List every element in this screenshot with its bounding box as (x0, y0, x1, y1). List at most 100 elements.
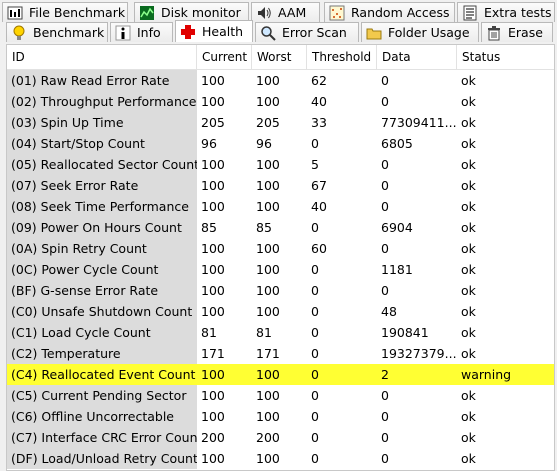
cell-status: ok (461, 409, 476, 424)
cell-threshold: 0 (311, 304, 319, 319)
table-header: ID Current Worst Threshold Data Status (7, 45, 554, 70)
cell-worst: 100 (256, 283, 280, 298)
cell-id: (05) Reallocated Sector Count (7, 154, 197, 175)
cell-id: (C2) Temperature (7, 343, 197, 364)
tab-folder-usage[interactable]: Folder Usage (361, 22, 479, 42)
col-header-current[interactable]: Current (197, 45, 252, 69)
cell-current: 205 (201, 115, 225, 130)
cell-current: 100 (201, 388, 225, 403)
cell-threshold: 40 (311, 199, 327, 214)
cell-data: 190841 (381, 325, 429, 340)
tab-disk-monitor[interactable]: Disk monitor (134, 2, 249, 22)
cell-worst: 85 (256, 220, 272, 235)
tab-random-access[interactable]: Random Access (324, 2, 455, 22)
cell-status: ok (461, 430, 476, 445)
tab-error-scan[interactable]: Error Scan (255, 22, 359, 42)
tab-label: Disk monitor (161, 5, 241, 20)
cell-worst: 100 (256, 451, 280, 466)
cell-threshold: 67 (311, 178, 327, 193)
cell-id: (0A) Spin Retry Count (7, 238, 197, 259)
table-row[interactable]: (C7) Interface CRC Error Count 200 200 0 0 ok (7, 427, 554, 448)
tab-info[interactable]: Info (110, 22, 173, 42)
cell-worst: 100 (256, 178, 280, 193)
cell-current: 100 (201, 157, 225, 172)
table-row[interactable]: (03) Spin Up Time 205 205 33 77309411... ok (7, 112, 554, 133)
cell-data: 0 (381, 178, 389, 193)
table-row[interactable]: (02) Throughput Performance 100 100 40 0 ok (7, 91, 554, 112)
tab-label: Erase (508, 25, 543, 40)
col-header-threshold[interactable]: Threshold (307, 45, 377, 69)
cell-status: ok (461, 283, 476, 298)
tab-label: Error Scan (282, 25, 347, 40)
table-row[interactable]: (04) Start/Stop Count 96 96 0 6805 ok (7, 133, 554, 154)
tab-file-benchmark[interactable]: File Benchmark (2, 2, 128, 22)
cell-current: 81 (201, 325, 217, 340)
table-row[interactable]: (BF) G-sense Error Rate 100 100 0 0 ok (7, 280, 554, 301)
tab-label: Benchmark (33, 25, 105, 40)
erase-trash-icon (486, 25, 502, 41)
cell-threshold: 0 (311, 283, 319, 298)
cell-threshold: 0 (311, 367, 319, 382)
file-benchmark-icon (7, 5, 23, 21)
table-row[interactable]: (01) Raw Read Error Rate 100 100 62 0 ok (7, 70, 554, 91)
cell-worst: 100 (256, 241, 280, 256)
cell-threshold: 0 (311, 136, 319, 151)
cell-data: 2 (381, 367, 389, 382)
col-header-id[interactable]: ID (7, 45, 197, 69)
cell-worst: 100 (256, 409, 280, 424)
tab-health[interactable]: Health (175, 20, 253, 42)
tab-aam[interactable]: AAM (251, 2, 320, 22)
table-row[interactable]: (09) Power On Hours Count 85 85 0 6904 ok (7, 217, 554, 238)
cell-data: 0 (381, 199, 389, 214)
extra-tests-icon (462, 5, 478, 21)
cell-threshold: 60 (311, 241, 327, 256)
tab-extra-tests[interactable]: Extra tests (457, 2, 555, 22)
cell-worst: 100 (256, 367, 280, 382)
cell-data: 19327379... (381, 346, 457, 361)
table-row[interactable]: (C6) Offline Uncorrectable 100 100 0 0 ok (7, 406, 554, 427)
cell-data: 1181 (381, 262, 413, 277)
benchmark-bulb-icon (11, 25, 27, 41)
cell-current: 96 (201, 136, 217, 151)
cell-id: (07) Seek Error Rate (7, 175, 197, 196)
cell-status: ok (461, 241, 476, 256)
cell-status: ok (461, 115, 476, 130)
table-row[interactable]: (05) Reallocated Sector Count 100 100 5 0 ok (7, 154, 554, 175)
table-row[interactable]: (C2) Temperature 171 171 0 19327379... ok (7, 343, 554, 364)
table-row[interactable]: (07) Seek Error Rate 100 100 67 0 ok (7, 175, 554, 196)
cell-current: 100 (201, 241, 225, 256)
cell-current: 100 (201, 367, 225, 382)
cell-current: 100 (201, 283, 225, 298)
health-cross-icon (180, 24, 196, 40)
cell-worst: 171 (256, 346, 280, 361)
cell-id: (0C) Power Cycle Count (7, 259, 197, 280)
cell-threshold: 62 (311, 73, 327, 88)
cell-status: ok (461, 73, 476, 88)
table-row[interactable]: (0A) Spin Retry Count 100 100 60 0 ok (7, 238, 554, 259)
table-row[interactable]: (C4) Reallocated Event Count 100 100 0 2 warn… (7, 364, 554, 385)
table-row[interactable]: (08) Seek Time Performance 100 100 40 0 ok (7, 196, 554, 217)
col-header-data[interactable]: Data (377, 45, 457, 69)
cell-id: (C0) Unsafe Shutdown Count (7, 301, 197, 322)
cell-data: 0 (381, 157, 389, 172)
col-header-status[interactable]: Status (457, 45, 554, 69)
cell-threshold: 0 (311, 325, 319, 340)
table-row[interactable]: (0C) Power Cycle Count 100 100 0 1181 ok (7, 259, 554, 280)
table-row[interactable]: (C0) Unsafe Shutdown Count 100 100 0 48 ok (7, 301, 554, 322)
tab-erase[interactable]: Erase (481, 22, 553, 42)
table-row[interactable]: (DF) Load/Unload Retry Count 100 100 0 0 ok (7, 448, 554, 469)
cell-id: (BF) G-sense Error Rate (7, 280, 197, 301)
tab-benchmark[interactable]: Benchmark (6, 22, 108, 42)
cell-status: ok (461, 94, 476, 109)
cell-worst: 100 (256, 94, 280, 109)
table-row[interactable]: (C5) Current Pending Sector 100 100 0 0 ok (7, 385, 554, 406)
cell-status: warning (461, 367, 512, 382)
table-row[interactable]: (C1) Load Cycle Count 81 81 0 190841 ok (7, 322, 554, 343)
col-header-worst[interactable]: Worst (252, 45, 307, 69)
cell-status: ok (461, 325, 476, 340)
tab-label: AAM (278, 5, 307, 20)
tab-label: Health (202, 24, 244, 39)
cell-current: 85 (201, 220, 217, 235)
cell-status: ok (461, 199, 476, 214)
tab-label: Extra tests (484, 5, 552, 20)
